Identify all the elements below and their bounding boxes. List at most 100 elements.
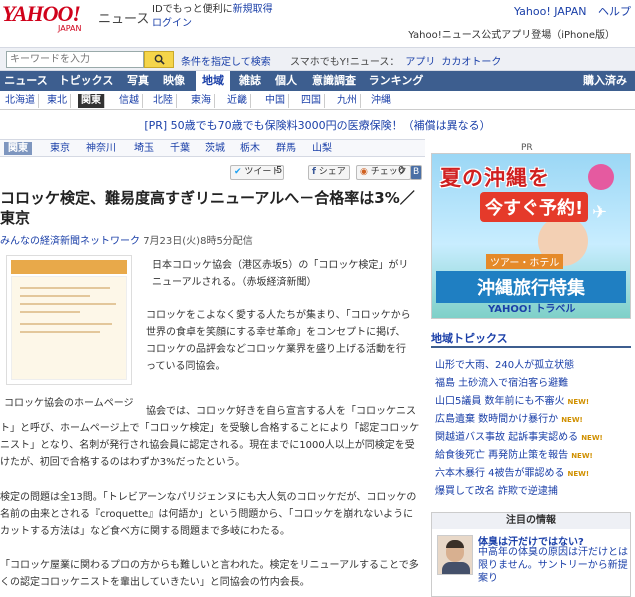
ad-title: 夏の沖縄を <box>440 166 550 190</box>
sub-nav-item-chugoku[interactable]: 中国 <box>262 94 289 108</box>
sub-nav-item-hokkaido[interactable]: 北海道 <box>2 94 39 108</box>
pr-banner-link[interactable]: [PR] 50歳でも70歳でも保険料3000円の医療保険！（補償は異なる） <box>0 117 635 133</box>
region-nav-item-yamanashi[interactable]: 山梨 <box>312 142 332 155</box>
advanced-search-link[interactable]: 条件を指定して検索 <box>181 53 271 68</box>
sub-nav-item-kyushu[interactable]: 九州 <box>334 94 361 108</box>
region-nav-item-ibaraki[interactable]: 茨城 <box>205 142 225 155</box>
featured-info-photo[interactable] <box>437 535 473 575</box>
register-link[interactable]: 新規取得 <box>233 4 273 15</box>
yahoo-japan-link[interactable]: Yahoo! JAPAN <box>514 5 587 18</box>
section-title[interactable]: ニュース <box>98 8 149 27</box>
source-link[interactable]: みんなの経済新聞ネットワーク <box>0 236 140 247</box>
social-bar: ✔ ツイート 5 f シェア ◉ チェック 0 B <box>0 164 425 182</box>
main-nav: ニュース トピックス 写真 映像 地域 雑誌 個人 意識調査 ランキング 購入済… <box>0 71 635 91</box>
yahoo-logo[interactable]: YAHOO! JAPAN <box>2 2 94 36</box>
new-badge: NEW! <box>561 416 583 424</box>
publish-date: 7月23日(火)8時5分配信 <box>143 236 253 247</box>
app-link[interactable]: アプリ <box>405 57 435 68</box>
smartphone-label: スマホでもY!ニュース： <box>290 57 400 68</box>
search-button[interactable] <box>144 51 174 68</box>
article-paragraph-3: 協会では、コロッケ好きを自ら宣言する人を「コロッケニスト」と呼び、ホームページ上… <box>0 406 420 468</box>
login-link[interactable]: ログイン <box>152 18 192 29</box>
tweet-count: 5 <box>276 165 283 176</box>
image-page-preview <box>11 276 127 380</box>
article-paragraph-2: コロッケをこよなく愛する人たちが集まり、「コロッケから世界の食卓を笑顔にする幸せ… <box>146 310 411 372</box>
id-promo-text: IDでもっと便利に <box>152 4 233 15</box>
sub-nav-item-okinawa[interactable]: 沖縄 <box>368 94 394 108</box>
main-nav-item-topics[interactable]: トピックス <box>54 71 118 91</box>
help-link[interactable]: ヘルプ <box>598 5 631 18</box>
app-promo-link[interactable]: Yahoo!ニュース公式アプリ登場（iPhone版） <box>408 26 615 41</box>
region-nav-item-gunma[interactable]: 群馬 <box>276 142 296 155</box>
topic-item[interactable]: 福島 土砂流入で宿泊客ら避難 <box>435 377 568 391</box>
sub-nav-item-tokai[interactable]: 東海 <box>188 94 215 108</box>
airplane-icon: ✈ <box>592 202 608 223</box>
main-nav-item-ranking[interactable]: ランキング <box>366 71 426 91</box>
article-paragraph-5: 「コロッケ屋業に関わるプロの方からも難しいと言われた。検定をリニューアルすること… <box>0 560 419 588</box>
topic-text: 山口5議員 数年前にも不審火 <box>435 396 565 407</box>
main-nav-item-photo[interactable]: 写真 <box>122 71 154 91</box>
topic-item[interactable]: 爆買して改名 詐欺で逆逮捕 <box>435 485 558 499</box>
sub-nav-item-shinetsu[interactable]: 信越 <box>116 94 143 108</box>
kakao-link[interactable]: カカオトーク <box>441 57 501 68</box>
main-nav-item-video[interactable]: 映像 <box>158 71 190 91</box>
new-badge: NEW! <box>567 470 590 478</box>
region-nav-item-chiba[interactable]: 千葉 <box>170 142 190 155</box>
main-nav-item-personal[interactable]: 個人 <box>270 71 302 91</box>
main-nav-item-magazine[interactable]: 雑誌 <box>234 71 266 91</box>
article-title: コロッケ検定、難易度高すぎリニューアルへ－合格率は3%／東京 <box>0 189 415 227</box>
topic-item[interactable]: 六本木暴行 4被告が罪認める NEW! <box>435 467 589 481</box>
main-nav-item-region[interactable]: 地域 <box>196 71 230 91</box>
sub-nav-item-kinki[interactable]: 近畿 <box>224 94 251 108</box>
check-count: 0 <box>398 165 405 176</box>
regional-topics-heading: 地域トピックス <box>431 330 631 348</box>
sub-nav-item-shikoku[interactable]: 四国 <box>298 94 325 108</box>
topic-text: 広島遺棄 数時間かけ暴行か <box>435 414 559 425</box>
ad-special-label: 沖縄旅行特集 <box>436 271 626 303</box>
main-nav-item-survey[interactable]: 意識調査 <box>306 71 362 91</box>
logo-sub: JAPAN <box>58 24 82 33</box>
topic-text: 福島 土砂流入で宿泊客ら避難 <box>435 378 569 389</box>
topic-item[interactable]: 山口5議員 数年前にも不審火 NEW! <box>435 395 589 409</box>
topic-item[interactable]: 山形で大雨、240人が孤立状態 <box>435 359 574 373</box>
topic-item[interactable]: 給食後死亡 再発防止策を報告 NEW! <box>435 449 593 463</box>
region-nav-item-kanto[interactable]: 関東 <box>4 142 32 155</box>
new-badge: NEW! <box>567 398 590 406</box>
featured-info-text[interactable]: 中高年の体臭の原因は汗だけとは限りません。サントリーから新提案り <box>478 546 628 585</box>
ad-subtitle: 今すぐ予約! <box>480 192 589 222</box>
topic-text: 爆買して改名 詐欺で逆逮捕 <box>435 486 558 497</box>
main-nav-item-news[interactable]: ニュース <box>2 71 50 91</box>
region-nav-item-tokyo[interactable]: 東京 <box>50 142 70 155</box>
okinawa-ad-banner[interactable]: ✈ 夏の沖縄を 今すぐ予約! ツアー・ホテル 沖縄旅行特集 YAHOO! トラベ… <box>431 153 631 319</box>
header-right-links: Yahoo! JAPAN ヘルプ <box>506 3 631 19</box>
share-label: シェア <box>318 167 346 177</box>
region-nav-item-tochigi[interactable]: 栃木 <box>240 142 260 155</box>
region-nav-item-kanagawa[interactable]: 神奈川 <box>86 142 116 155</box>
ad-brand: YAHOO! トラベル <box>488 304 576 315</box>
bookmark-icon[interactable]: B <box>410 165 423 180</box>
search-input[interactable] <box>6 51 144 68</box>
twitter-icon: ✔ <box>234 167 242 177</box>
byline: みんなの経済新聞ネットワーク 7月23日(火)8時5分配信 <box>0 232 253 247</box>
sub-nav-item-kanto[interactable]: 関東 <box>78 94 105 108</box>
purchased-link[interactable]: 購入済み <box>583 71 627 91</box>
article-paragraph-1: 日本コロッケ協会（港区赤坂5）の「コロッケ検定」がリニューアルされる。（赤坂経済… <box>152 260 409 288</box>
smartphone-links: スマホでもY!ニュース： アプリ カカオトーク <box>290 53 501 68</box>
new-badge: NEW! <box>571 452 593 460</box>
share-button[interactable]: f シェア <box>308 165 350 180</box>
topic-text: 関越道バス事故 起訴事実認める <box>435 432 579 443</box>
search-icon <box>154 54 165 65</box>
region-nav: 関東 東京 神奈川 埼玉 千葉 茨城 栃木 群馬 山梨 <box>0 139 425 157</box>
ad-tour-label: ツアー・ホテル <box>486 254 564 269</box>
logo-text: YAHOO! <box>2 1 81 26</box>
topic-item[interactable]: 広島遺棄 数時間かけ暴行か NEW! <box>435 413 583 427</box>
sub-nav-item-tohoku[interactable]: 東北 <box>44 94 71 108</box>
check-icon: ◉ <box>360 167 368 177</box>
article-image[interactable] <box>6 255 132 385</box>
sub-nav-item-hokuriku[interactable]: 北陸 <box>150 94 177 108</box>
region-nav-item-saitama[interactable]: 埼玉 <box>134 142 154 155</box>
topic-text: 山形で大雨、240人が孤立状態 <box>435 360 575 371</box>
topic-item[interactable]: 関越道バス事故 起訴事実認める NEW! <box>435 431 603 445</box>
featured-info-heading: 注目の情報 <box>432 513 630 529</box>
header: YAHOO! JAPAN ニュース IDでもっと便利に新規取得 ログイン Yah… <box>0 0 635 44</box>
